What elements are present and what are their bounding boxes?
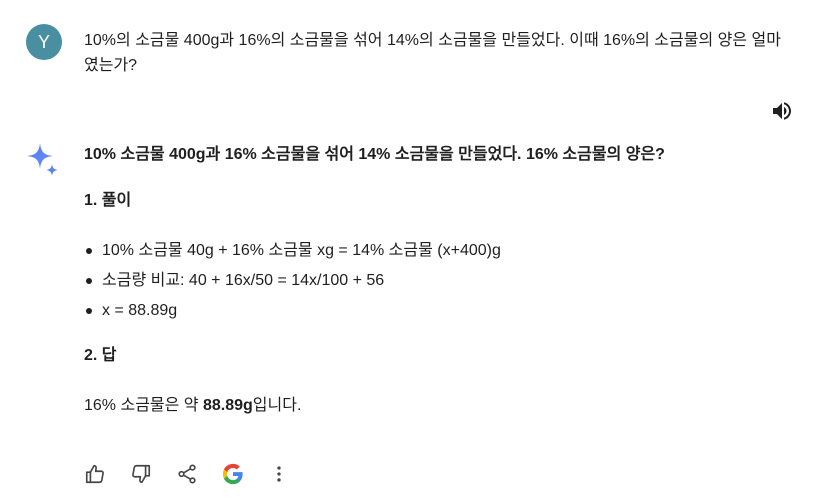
user-message: 10%의 소금물 400g과 16%의 소금물을 섞어 14%의 소금물을 만들… bbox=[84, 32, 781, 74]
section-heading-solution: 1. 풀이 bbox=[84, 192, 132, 209]
answer-value: 88.89g bbox=[202, 397, 253, 414]
more-vert-icon[interactable] bbox=[268, 463, 290, 485]
list-item-text: x = 88.89g bbox=[102, 302, 178, 319]
google-icon[interactable] bbox=[222, 463, 244, 485]
list-item-text: 10% 소금물 40g + 16% 소금물 xg = 14% 소금물 (x+40… bbox=[102, 242, 501, 259]
list-item: x = 88.89g bbox=[84, 296, 501, 326]
share-icon[interactable] bbox=[176, 463, 198, 485]
bullet-dot bbox=[86, 308, 92, 314]
gemini-sparkle-icon bbox=[26, 142, 60, 178]
section-heading-answer: 2. 답 bbox=[84, 347, 117, 364]
list-item: 10% 소금물 40g + 16% 소금물 xg = 14% 소금물 (x+40… bbox=[84, 236, 501, 266]
solution-list: 10% 소금물 40g + 16% 소금물 xg = 14% 소금물 (x+40… bbox=[84, 236, 501, 326]
list-item: 소금량 비교: 40 + 16x/50 = 14x/100 + 56 bbox=[84, 266, 501, 296]
answer-text: 16% 소금물은 약 88.89g입니다. bbox=[84, 395, 301, 417]
response-title: 10% 소금물 400g과 16% 소금물을 섞어 14% 소금물을 만들었다.… bbox=[84, 146, 665, 163]
bullet-dot bbox=[86, 278, 92, 284]
thumbs-down-icon[interactable] bbox=[130, 463, 152, 485]
response-actions bbox=[84, 462, 314, 486]
thumbs-up-icon[interactable] bbox=[84, 463, 106, 485]
bullet-dot bbox=[86, 248, 92, 254]
list-item-text: 소금량 비교: 40 + 16x/50 = 14x/100 + 56 bbox=[102, 272, 385, 289]
user-avatar: Y bbox=[26, 24, 62, 60]
response-body: 10% 소금물 400g과 16% 소금물을 섞어 14% 소금물을 만들었다.… bbox=[84, 144, 784, 414]
speaker-icon[interactable] bbox=[770, 99, 794, 123]
answer-suffix: 입니다. bbox=[252, 397, 302, 414]
answer-prefix: 16% 소금물은 약 bbox=[84, 397, 203, 414]
